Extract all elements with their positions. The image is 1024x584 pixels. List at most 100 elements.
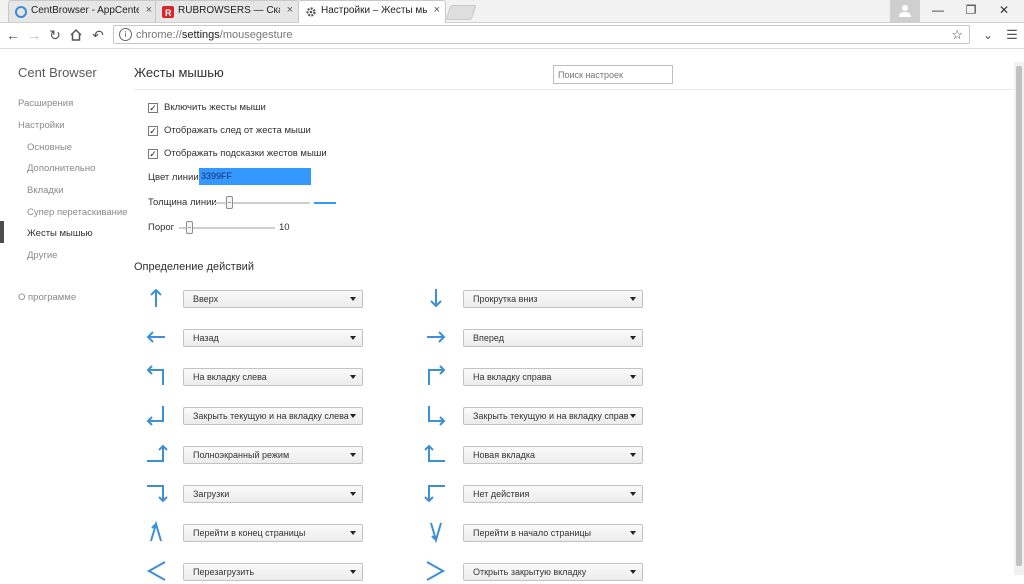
show-hints-label: Отображать подсказки жестов мыши [164,148,327,159]
back-button[interactable]: ← [4,26,22,44]
gesture-action-value: Загрузки [193,489,230,499]
rubrowsers-icon: R [162,6,174,18]
dropdown-caret-icon [350,531,356,535]
dropdown-caret-icon [630,453,636,457]
gear-icon [306,7,316,17]
tab-centbrowser[interactable]: CentBrowser - AppCente × [8,0,158,22]
dropdown-caret-icon [350,453,356,457]
arrow-up-right-icon [428,365,446,385]
restore-button[interactable]: ❐ [955,0,987,22]
scrollbar-thumb[interactable] [1016,66,1022,566]
gesture-action-value: На вкладку справа [473,372,552,382]
gesture-action-select-right[interactable]: Перейти в начало страницы [463,524,643,542]
actions-section-title: Определение действий [134,261,254,273]
sidebar-item-super-drag[interactable]: Супер перетаскивание [27,207,127,218]
arrow-up-icon [150,288,162,307]
dropdown-caret-icon [630,297,636,301]
svg-text:R: R [165,8,172,18]
dropdown-caret-icon [350,570,356,574]
gesture-action-select-left[interactable]: Загрузки [183,485,363,503]
menu-icon: ☰ [1006,27,1018,42]
gesture-action-value: Перезагрузить [193,567,255,577]
gesture-action-select-left[interactable]: Перезагрузить [183,563,363,581]
close-icon[interactable]: × [287,4,293,16]
gesture-action-select-left[interactable]: На вкладку слева [183,368,363,386]
close-icon[interactable]: × [146,4,152,16]
arrow-up-down-icon [150,520,162,542]
line-width-preview [314,202,336,204]
restore-icon: ❐ [965,3,977,17]
gesture-action-select-left[interactable]: Закрыть текущую и на вкладку слева [183,407,363,425]
dropdown-caret-icon [630,531,636,535]
search-input[interactable] [553,65,673,84]
threshold-slider-thumb[interactable] [185,221,193,234]
gesture-action-select-right[interactable]: Нет действия [463,485,643,503]
line-color-input[interactable]: 3399FF [199,168,311,185]
gesture-action-select-right[interactable]: Вперед [463,329,643,347]
sidebar-item-advanced[interactable]: Дополнительно [27,163,95,174]
gesture-action-select-right[interactable]: Прокрутка вниз [463,290,643,308]
dropdown-caret-icon [350,414,356,418]
threshold-slider[interactable] [179,227,275,229]
close-icon[interactable]: × [434,4,440,16]
gesture-action-value: Открыть закрытую вкладку [473,567,587,577]
dropdown-caret-icon [350,492,356,496]
sidebar-item-mouse-gestures[interactable]: Жесты мышью [27,228,93,239]
show-trail-checkbox[interactable]: ✓ [148,126,158,136]
home-button[interactable] [67,26,85,44]
gesture-action-select-right[interactable]: Новая вкладка [463,446,643,464]
arrow-right-up-icon [147,444,168,462]
sidebar-title: Cent Browser [18,65,97,80]
gesture-action-value: Полноэкранный режим [193,450,290,460]
gesture-action-select-right[interactable]: На вкладку справа [463,368,643,386]
tab-rubrowsers[interactable]: R RUBROWSERS — Скачат × [155,0,299,22]
new-tab-button[interactable] [445,5,477,20]
info-icon: i [119,28,132,41]
omnibox-url: chrome://settings/mousegesture [136,29,293,41]
tab-title: Настройки – Жесты мыш [321,5,427,16]
tab-settings[interactable]: Настройки – Жесты мыш × [298,0,446,23]
gesture-action-select-left[interactable]: Вверх [183,290,363,308]
centbrowser-icon [15,6,27,18]
undo-close-button[interactable]: ↶ [89,26,107,44]
show-hints-checkbox[interactable]: ✓ [148,149,158,159]
gesture-action-value: Закрыть текущую и на вкладку справ [473,411,629,421]
tab-strip: CentBrowser - AppCente × R RUBROWSERS — … [0,0,1024,23]
arrow-down-icon [430,289,442,308]
url-host: settings [181,29,220,41]
sidebar-item-settings[interactable]: Настройки [18,120,65,131]
menu-button[interactable]: ☰ [1003,26,1021,44]
arrow-left-icon: ← [6,27,20,43]
close-icon: ✕ [998,3,1010,17]
sidebar-item-basic[interactable]: Основные [27,142,72,153]
gesture-action-value: Перейти в конец страницы [193,528,306,538]
gesture-action-value: Закрыть текущую и на вкладку слева [193,411,349,421]
star-icon[interactable]: ☆ [951,27,963,43]
sidebar-item-extensions[interactable]: Расширения [18,98,73,109]
omnibox[interactable]: i chrome://settings/mousegesture ☆ [113,25,970,44]
toolbar: ← → ↻ ↶ i chrome://settings/mousegesture… [0,23,1024,49]
gesture-action-select-right[interactable]: Открыть закрытую вкладку [463,563,643,581]
gesture-action-select-left[interactable]: Перейти в конец страницы [183,524,363,542]
dropdown-caret-icon [630,336,636,340]
arrow-right-icon: → [27,27,41,43]
gesture-action-select-right[interactable]: Закрыть текущую и на вкладку справ [463,407,643,425]
gesture-action-select-left[interactable]: Полноэкранный режим [183,446,363,464]
reload-button[interactable]: ↻ [46,26,64,44]
gesture-action-select-left[interactable]: Назад [183,329,363,347]
extensions-menu-button[interactable]: ⌄ [979,26,997,44]
minimize-button[interactable]: — [922,0,954,22]
line-width-slider-thumb[interactable] [226,196,234,209]
close-window-button[interactable]: ✕ [988,0,1020,22]
sidebar-item-other[interactable]: Другие [27,250,57,261]
enable-gestures-checkbox[interactable]: ✓ [148,103,158,113]
gesture-action-value: Назад [193,333,219,343]
gesture-action-value: Вперед [473,333,504,343]
forward-button[interactable]: → [25,26,43,44]
sidebar-item-about[interactable]: О программе [18,292,76,303]
enable-gestures-label: Включить жесты мыши [164,102,266,113]
line-color-label: Цвет линии [148,172,199,183]
profile-button[interactable] [890,0,920,22]
sidebar-item-tabs[interactable]: Вкладки [27,185,63,196]
arrow-left-icon [146,331,165,343]
